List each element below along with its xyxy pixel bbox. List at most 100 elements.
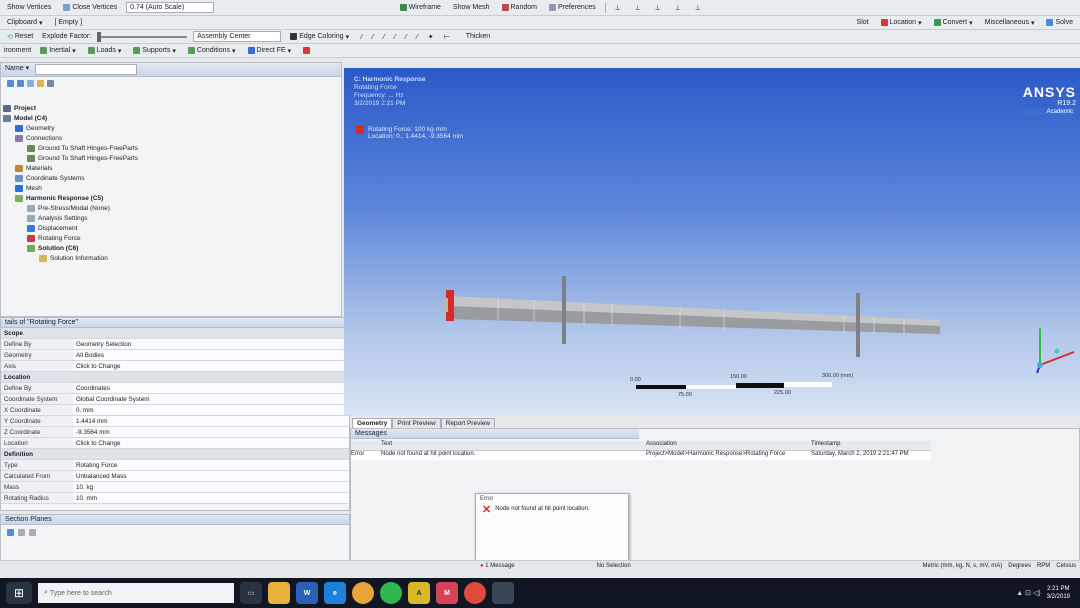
loads-button[interactable]: Loads ▾ xyxy=(85,46,125,56)
details-row[interactable]: Type Rotating Force xyxy=(1,459,349,471)
details-row[interactable]: Calculated From Unbalanced Mass xyxy=(1,470,349,482)
tree-node[interactable]: Harmonic Response (C5) xyxy=(3,193,339,203)
thicken-button[interactable]: Thicken xyxy=(463,32,494,41)
show-vertices-button[interactable]: Show Vertices xyxy=(4,3,54,12)
clipboard-dropdown[interactable]: Clipboard ▾ xyxy=(4,18,45,28)
status-units[interactable]: Metric (mm, kg, N, s, mV, mA) xyxy=(923,563,1003,569)
details-row[interactable]: Coordinate System Global Coordinate Syste… xyxy=(1,393,349,405)
messages-column-timestamp[interactable]: Timestamp xyxy=(811,441,926,450)
messages-column-association[interactable]: Association xyxy=(646,441,811,450)
details-row[interactable]: Define By Geometry Selection xyxy=(1,338,349,350)
wireframe-button[interactable]: Wireframe xyxy=(397,3,444,12)
tree-node[interactable]: Model (C4) xyxy=(3,113,339,123)
assembly-center-dropdown[interactable]: Assembly Center xyxy=(193,31,282,42)
convert-button[interactable]: Convert ▾ xyxy=(931,18,976,28)
outline-filter-dropdown[interactable]: Name ▾ xyxy=(5,64,29,75)
sort-icon[interactable] xyxy=(47,80,54,87)
tab-geometry[interactable]: Geometry xyxy=(352,418,393,428)
details-value[interactable]: 10. kg xyxy=(73,481,349,493)
details-value[interactable]: 10. mm xyxy=(73,492,349,504)
scale-dropdown[interactable]: 0.74 (Auto Scale) xyxy=(126,2,215,13)
edge-coloring-button[interactable]: Edge Coloring ▾ xyxy=(287,32,352,42)
file-explorer-icon[interactable] xyxy=(268,582,290,604)
spotify-icon[interactable] xyxy=(380,582,402,604)
taskbar-search-input[interactable]: ⌕ Type here to search xyxy=(38,583,234,603)
taskbar-clock[interactable]: 2:21 PM 3/2/2019 xyxy=(1047,585,1070,601)
expand-icon[interactable] xyxy=(7,80,14,87)
tree-node[interactable]: Geometry xyxy=(3,123,339,133)
tree-node[interactable]: Materials xyxy=(3,163,339,173)
tree-node[interactable]: Solution Information xyxy=(3,253,339,263)
details-row[interactable]: Mass 10. kg xyxy=(1,481,349,493)
delete-plane-icon[interactable] xyxy=(29,529,36,536)
details-group[interactable]: Location xyxy=(1,371,349,383)
tree-node[interactable]: Analysis Settings xyxy=(3,213,339,223)
status-celsius[interactable]: Celsius xyxy=(1056,563,1076,569)
details-value[interactable]: -9.3564 mm xyxy=(73,426,349,438)
close-vertices-button[interactable]: Close Vertices xyxy=(60,3,120,12)
details-row[interactable]: Y Coordinate 1.4414 mm xyxy=(1,415,349,427)
status-messages[interactable]: ● 1 Message xyxy=(480,563,515,569)
ansys-workbench-icon[interactable]: A xyxy=(408,582,430,604)
details-value[interactable]: 1.4414 mm xyxy=(73,415,349,427)
graphics-viewport[interactable]: C: Harmonic Response Rotating Force Freq… xyxy=(344,68,1080,415)
details-group[interactable]: Definition xyxy=(1,448,349,460)
messages-column-text[interactable]: Text xyxy=(381,441,646,450)
snipping-tool-icon[interactable] xyxy=(492,582,514,604)
error-dialog[interactable]: Error ✕ Node not found at hit point loca… xyxy=(475,493,629,561)
triad-iso-ball[interactable] xyxy=(1054,348,1060,354)
miscellaneous-button[interactable]: Miscellaneous ▾ xyxy=(982,18,1038,28)
task-view-icon[interactable]: ▭ xyxy=(240,582,262,604)
collapse-icon[interactable] xyxy=(17,80,24,87)
word-icon[interactable]: W xyxy=(296,582,318,604)
plus-icon[interactable] xyxy=(27,80,34,87)
solve-mini-button[interactable] xyxy=(300,46,313,55)
reset-button[interactable]: ⟲ Reset xyxy=(4,32,36,42)
preferences-button[interactable]: Preferences xyxy=(546,3,599,12)
explode-factor-slider[interactable] xyxy=(97,31,188,42)
status-degrees[interactable]: Degrees xyxy=(1008,563,1031,569)
new-plane-icon[interactable] xyxy=(7,529,14,536)
details-row[interactable]: Define By Coordinates xyxy=(1,382,349,394)
tree-node[interactable]: Mesh xyxy=(3,183,339,193)
details-row[interactable]: X Coordinate 0. mm xyxy=(1,404,349,416)
details-row[interactable]: Rotating Radius 10. mm xyxy=(1,492,349,504)
details-value[interactable]: Click to Change xyxy=(73,360,349,372)
hinge-disc-right[interactable] xyxy=(856,293,860,357)
solve-button[interactable]: Solve xyxy=(1043,18,1076,27)
details-value[interactable]: Coordinates xyxy=(73,382,349,394)
tree-node[interactable]: Solution (C6) xyxy=(3,243,339,253)
tab-report-preview[interactable]: Report Preview xyxy=(440,418,496,428)
triad-origin[interactable] xyxy=(1037,362,1043,368)
conditions-button[interactable]: Conditions ▾ xyxy=(185,46,239,56)
random-colors-button[interactable]: Random xyxy=(499,3,540,12)
direct-fe-button[interactable]: Direct FE ▾ xyxy=(245,46,295,56)
details-row[interactable]: Location Click to Change xyxy=(1,437,349,449)
details-row[interactable]: Axis Click to Change xyxy=(1,360,349,372)
details-row[interactable]: Z Coordinate -9.3564 mm xyxy=(1,426,349,438)
slot-button[interactable]: Slot xyxy=(854,18,872,27)
show-mesh-button[interactable]: Show Mesh xyxy=(450,3,493,12)
folder-icon[interactable] xyxy=(37,80,44,87)
tree-node[interactable]: Displacement xyxy=(3,223,339,233)
supports-button[interactable]: Supports ▾ xyxy=(130,46,179,56)
tree-node[interactable]: Ground To Shaft Hinges-FreeParts xyxy=(3,153,339,163)
tree-node[interactable]: Pre-Stress/Modal (None) xyxy=(3,203,339,213)
details-row[interactable]: Geometry All Bodies xyxy=(1,349,349,361)
tree-node[interactable]: Connections xyxy=(3,133,339,143)
edit-plane-icon[interactable] xyxy=(18,529,25,536)
slider-handle[interactable] xyxy=(97,31,102,42)
details-value[interactable]: Global Coordinate System xyxy=(73,393,349,405)
details-group[interactable]: Scope xyxy=(1,328,349,339)
tray-icons[interactable]: ▲ ⊡ ◁) xyxy=(1016,589,1040,597)
details-value[interactable]: All Bodies xyxy=(73,349,349,361)
tree-node[interactable]: Rotating Force xyxy=(3,233,339,243)
details-value[interactable]: 0. mm xyxy=(73,404,349,416)
outline-search-input[interactable] xyxy=(35,64,138,75)
hinge-disc-left[interactable] xyxy=(562,276,566,344)
tree-node[interactable]: Project xyxy=(3,103,339,113)
axis-tools[interactable]: ⊥ ⊥ ⊥ ⊥ ⊥ xyxy=(612,3,710,13)
location-button[interactable]: Location ▾ xyxy=(878,18,925,28)
tab-print-preview[interactable]: Print Preview xyxy=(392,418,441,428)
details-value[interactable]: Unbalanced Mass xyxy=(73,470,349,482)
